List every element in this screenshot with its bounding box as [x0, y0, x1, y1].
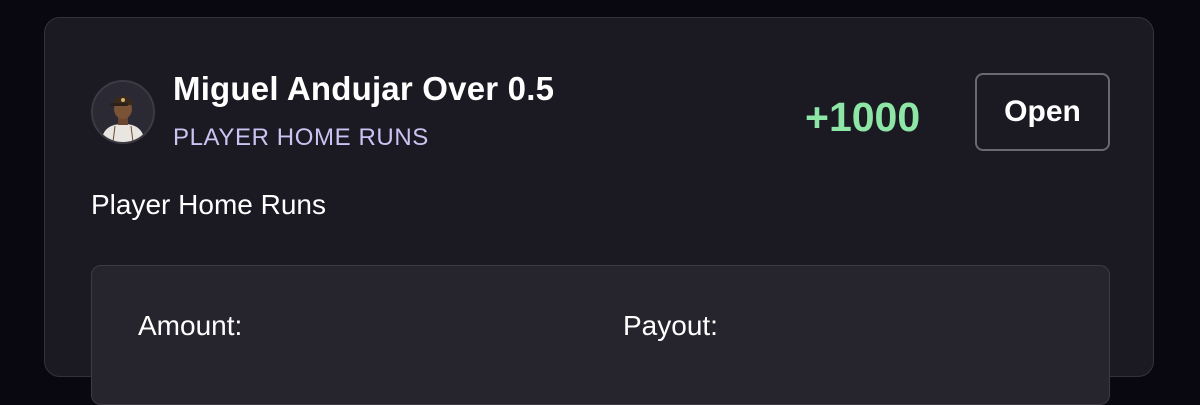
odds-value: +1000: [805, 94, 921, 140]
bet-details-box: Amount: Payout:: [91, 265, 1110, 405]
bet-card: Miguel Andujar Over 0.5 PLAYER HOME RUNS…: [44, 17, 1154, 405]
payout-label: Payout:: [623, 310, 718, 341]
player-headshot-icon: [91, 80, 155, 144]
market-label: PLAYER HOME RUNS: [173, 124, 429, 151]
open-status-button[interactable]: Open: [975, 73, 1110, 151]
bet-title: Miguel Andujar Over 0.5: [173, 70, 555, 107]
bet-description: Player Home Runs: [91, 189, 326, 220]
amount-label: Amount:: [138, 310, 243, 341]
